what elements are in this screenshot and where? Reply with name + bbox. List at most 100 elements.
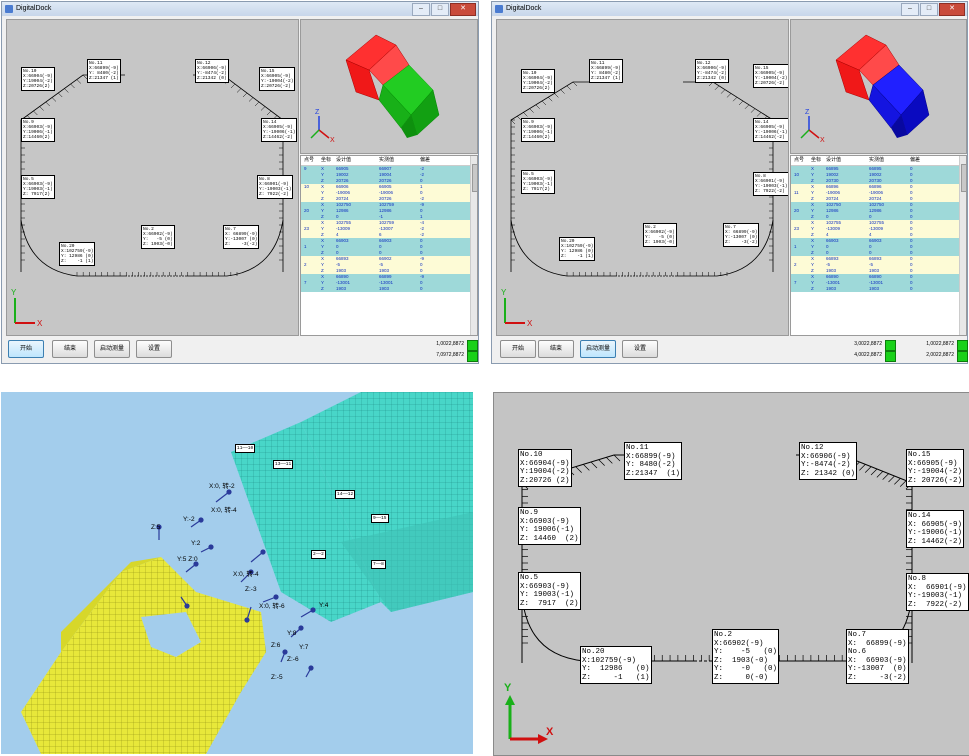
stop-button[interactable]: 结束 (52, 340, 88, 358)
model-3d-view-1[interactable]: Z X (300, 19, 478, 154)
block-3d-model: Z X (310, 34, 440, 144)
table-row[interactable]: Z 1903 1903 0 (791, 286, 966, 292)
model-3d-view-2[interactable]: Z X (790, 19, 967, 154)
status-led (957, 340, 968, 351)
close-icon[interactable]: ✕ (939, 3, 965, 16)
table-scrollbar[interactable] (470, 156, 477, 335)
offset-label: X:0, 转-4 (211, 507, 237, 514)
offset-label: X:0, 转-2 (209, 483, 235, 490)
point-annotation[interactable]: No.2 X:66902(-9) Y: -5 (0) Z: 1903(-0) (643, 223, 677, 247)
cyan-block (231, 392, 473, 622)
point-annotation[interactable]: No.15 X:66905(-9) Y:-19004(-2) Z:20726(-… (753, 64, 788, 88)
point-annotation[interactable]: No.12 X:66906(-9) Y:-8474(-2) Z:21342 (0… (695, 59, 729, 83)
settings-button[interactable]: 设置 (136, 340, 172, 358)
col-measured[interactable]: 实测值 (376, 156, 417, 165)
point-annotation[interactable]: No.11 X:66899(-9) Y: 8480(-2) Z:21347 (1… (589, 59, 623, 83)
minimize-icon[interactable]: – (901, 3, 919, 16)
status-led (467, 340, 478, 351)
window-1-titlebar[interactable]: DigitalDock – □ ✕ (2, 2, 478, 16)
point-annotation[interactable]: No.10 X:66904(-9) Y:19004(-2) Z:20726(2) (21, 67, 55, 91)
point-annotation[interactable]: No.12 X:66906(-9) Y:-8474(-2) Z: 21342 (… (799, 442, 858, 480)
svg-text:X: X (820, 137, 825, 144)
settings-button[interactable]: 设置 (622, 340, 658, 358)
minimize-icon[interactable]: – (412, 3, 430, 16)
measure-button[interactable]: 启动测量 (94, 340, 130, 358)
offset-label: Y:4 (319, 602, 329, 609)
point-annotation[interactable]: No.14 X:66905(-9) Y:-19006(-1) Z:14462(-… (753, 118, 788, 142)
point-annotation[interactable]: No.5 X:66903(-9) Y:19003(-1) Z: 7917(2) (21, 175, 55, 199)
section-view-large[interactable]: Y X No.10 X:66904(-9) Y:19004(-2) Z:2072… (493, 392, 969, 756)
point-annotation[interactable]: No.15 X:66905(-9) Y:-19004(-2) Z: 20726(… (906, 449, 965, 487)
offset-label: Y:8 (287, 630, 297, 637)
section-view-2[interactable]: Y X No.10 X:66904(-9) Y:19004(-2) Z:2072… (496, 19, 789, 336)
axis-triad-3d-1: Z X (310, 109, 335, 144)
point-annotation[interactable]: No.20 X:102759(-9) Y: 12986 (0) Z: -1 (1… (580, 646, 652, 684)
offset-label: Y:-2 (183, 516, 195, 523)
maximize-icon[interactable]: □ (431, 3, 449, 16)
table-header: 点号 坐标 设计值 实测值 偏差 (791, 156, 966, 166)
measurement-table-1[interactable]: 点号 坐标 设计值 实测值 偏差 9 X 66905 66907 -2 Y 19002 190… (300, 155, 478, 336)
point-annotation[interactable]: No.7 X: 66899(-9) Y:-13007 (0) Z: -3(-2) (223, 225, 260, 249)
axis-triad-2: Y X (501, 288, 533, 328)
point-annotation[interactable]: No.9 X:66903(-9) Y:19006(-1) Z:14460(2) (521, 118, 555, 142)
point-annotation[interactable]: No.2 X:66902(-9) Y: -5 (0) Z: 1903(-0) Y… (712, 629, 780, 684)
status-led (885, 351, 896, 362)
point-annotation[interactable]: No.8 X:66901(-9) Y:-19003(-1) Z: 7922(-2… (753, 172, 788, 196)
block-3d-model: Z X (800, 34, 930, 144)
point-annotation[interactable]: No.5 X:66903(-9) Y: 19003(-1) Z: 7917 (2… (518, 572, 581, 610)
point-annotation[interactable]: No.8 X: 66901(-9) Y:-19003(-1) Z: 7922(-… (906, 573, 969, 611)
table-cell: 0 (420, 286, 423, 291)
col-point[interactable]: 点号 (791, 156, 808, 165)
table-cell: Z (321, 286, 324, 291)
point-annotation[interactable]: No.14 X:66905(-9) Y:-19006(-1) Z:14462(-… (261, 118, 298, 142)
col-measured[interactable]: 实测值 (866, 156, 907, 165)
point-annotation[interactable]: No.15 X:66905(-9) Y:-19004(-2) Z:20726(-… (259, 67, 296, 91)
point-annotation[interactable]: No.20 X:102759(-9) Y: 12986 (0) Z: -1 (1… (59, 242, 96, 266)
offset-label: Y:5 Z:0 (177, 556, 198, 563)
maximize-icon[interactable]: □ (920, 3, 938, 16)
table-row[interactable]: Z 1903 1903 0 (301, 286, 477, 292)
point-annotation[interactable]: No.12 X:66906(-9) Y:-8474(-2) Z:21342 (0… (195, 59, 229, 83)
window-2-titlebar[interactable]: DigitalDock – □ ✕ (492, 2, 967, 16)
col-design[interactable]: 设计值 (333, 156, 376, 165)
point-annotation[interactable]: No.7 X: 66899(-9) Y:-13007 (0) Z: -3(-2) (723, 223, 760, 247)
offset-label: Z:5 (151, 524, 161, 531)
status-led (957, 351, 968, 362)
point-annotation[interactable]: No.5 X:66903(-9) Y:19003(-1) Z: 7917(2) (521, 170, 555, 194)
window-2: DigitalDock – □ ✕ Y X No.10 X:66904(-9) … (491, 1, 968, 364)
point-annotation[interactable]: No.9 X:66903(-9) Y: 19006(-1) Z: 14460 (… (518, 507, 581, 545)
window-2-controls: – □ ✕ (901, 3, 965, 16)
close-icon[interactable]: ✕ (450, 3, 476, 16)
stop-button[interactable]: 结束 (538, 340, 574, 358)
col-deviation[interactable]: 偏差 (907, 156, 940, 165)
point-annotation[interactable]: No.11 X:66899(-9) Y: 8480(-2) Z:21347 (1… (87, 59, 121, 83)
point-annotation[interactable]: No.8 X:66901(-9) Y:-19003(-1) Z: 7922(-2… (257, 175, 294, 199)
col-deviation[interactable]: 偏差 (417, 156, 450, 165)
point-annotation[interactable]: No.20 X:102759(-9) Y: 12986 (0) Z: -1 (1… (559, 237, 596, 261)
block-label: 2——2 (311, 550, 326, 559)
table-scrollbar[interactable] (959, 156, 966, 335)
point-annotation[interactable]: No.7 X: 66899(-9) No.6 X: 66903(-9) Y:-1… (846, 629, 909, 684)
window-1-controls: – □ ✕ (412, 3, 476, 16)
offset-label: Z:-6 (287, 656, 299, 663)
point-annotation[interactable]: No.2 X:66902(-9) Y: -5 (0) Z: 1903(-0) (141, 225, 175, 249)
measure-button[interactable]: 启动测量 (580, 340, 616, 358)
offset-label: Z:-5 (271, 674, 283, 681)
svg-text:Z: Z (315, 109, 320, 116)
measurement-table-2[interactable]: 点号 坐标 设计值 实测值 偏差 X 66895 66895 0 10 Y 19002 190… (790, 155, 967, 336)
point-annotation[interactable]: No.11 X:66899(-9) Y: 8480(-2) Z:21347 (1… (624, 442, 683, 480)
point-annotation[interactable]: No.10 X:66904(-9) Y:19004(-2) Z:20726(2) (521, 69, 555, 93)
col-coord[interactable]: 坐标 (808, 156, 823, 165)
col-coord[interactable]: 坐标 (318, 156, 333, 165)
point-annotation[interactable]: No.10 X:66904(-9) Y:19004(-2) Z:20726 (2… (518, 449, 572, 487)
start-button[interactable]: 开始 (8, 340, 44, 358)
col-design[interactable]: 设计值 (823, 156, 866, 165)
col-point[interactable]: 点号 (301, 156, 318, 165)
start-button[interactable]: 开始 (500, 340, 536, 358)
point-annotation[interactable]: No.9 X:66903(-9) Y:19006(-1) Z:14460(2) (21, 118, 55, 142)
point-annotation[interactable]: No.14 X: 66905(-9) Y:-19006(-1) Z: 14462… (906, 510, 965, 548)
section-view-1[interactable]: Y X No.11 X:66899(-9) Y: 8480(-2) Z:2134… (6, 19, 299, 336)
offset-label: X:0, 转-4 (233, 571, 259, 578)
block-label: 7——8 (371, 560, 386, 569)
axis-triad-1: Y X (11, 288, 43, 328)
